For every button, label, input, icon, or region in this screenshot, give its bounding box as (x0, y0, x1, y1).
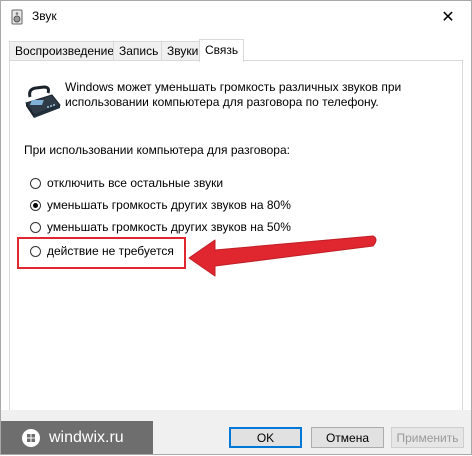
ok-button[interactable]: OK (229, 427, 302, 448)
watermark-text: windwix.ru (49, 428, 124, 446)
apply-button[interactable]: Применить (391, 427, 464, 448)
sound-dialog: Звук ✕ Воспроизведение Запись Звуки Связ… (0, 0, 472, 455)
cancel-button[interactable]: Отмена (311, 427, 384, 448)
annotation-arrow-icon (188, 235, 377, 277)
tab-communications[interactable]: Связь (199, 39, 245, 62)
windows-logo-icon (22, 428, 40, 447)
watermark: windwix.ru (1, 421, 153, 454)
